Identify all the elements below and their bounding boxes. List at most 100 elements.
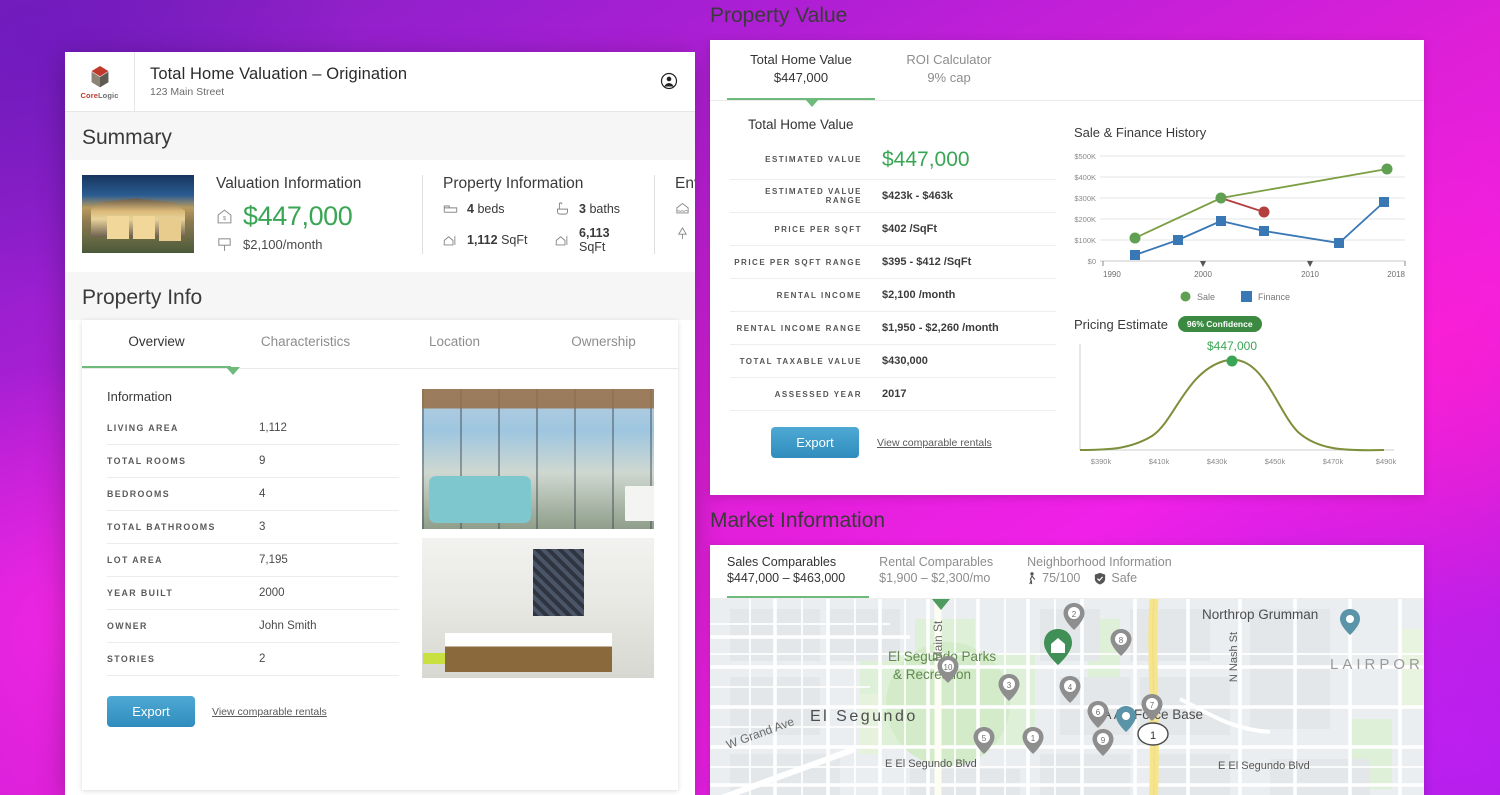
tab-roi-calculator[interactable]: ROI Calculator 9% cap [875, 52, 1023, 100]
active-tab-caret-icon [226, 367, 240, 375]
svg-text:8: 8 [1119, 636, 1124, 645]
table-row: Total Bathrooms 3 [107, 511, 399, 544]
baths-count: 3 [579, 201, 586, 216]
tab-characteristics[interactable]: Characteristics [231, 334, 380, 368]
active-value-tab-caret-icon [805, 99, 819, 107]
table-row: Stories 2 [107, 643, 399, 676]
valuation-rent: $2,100/month [243, 237, 323, 252]
row-value: 3 [259, 521, 266, 533]
property-photos [422, 389, 654, 678]
row-value: 7,195 [259, 554, 288, 566]
walk-score-value: 75/100 [1042, 571, 1081, 585]
svg-text:1: 1 [1150, 730, 1156, 742]
row-value: 2000 [259, 587, 285, 599]
svg-text:7: 7 [1150, 701, 1155, 710]
environment-information-block: Enviro Fl Ea [654, 175, 695, 254]
table-row: Assessed Year 2017 [730, 378, 1056, 411]
corelogic-logo: CoreLogic [65, 52, 135, 112]
tab-sublabel: $447,000 [773, 70, 829, 85]
beds-count: 4 [467, 201, 474, 216]
svg-text:3: 3 [1007, 681, 1012, 690]
row-value: 1,112 [259, 422, 287, 434]
tab-sublabel: $447,000 – $463,000 [727, 571, 846, 585]
row-key: Rental Income Range [736, 323, 862, 333]
confidence-badge: 96% Confidence [1177, 316, 1262, 332]
tab-neighborhood-information[interactable]: Neighborhood Information 75/100 Safe [1017, 555, 1196, 598]
map-label-e-el-segundo-blvd-1: E El Segundo Blvd [885, 758, 977, 770]
row-key: Total Rooms [107, 456, 187, 466]
row-key: Total Taxable Value [739, 356, 862, 366]
tab-label: Total Home Value [750, 52, 852, 67]
home-value-icon: $ [217, 209, 232, 224]
bath-icon [557, 202, 568, 215]
page-subtitle: 123 Main Street [150, 86, 225, 98]
view-comparable-rentals-link[interactable]: View comparable rentals [212, 706, 327, 718]
app-header: CoreLogic Total Home Valuation – Origina… [65, 52, 695, 112]
row-value: $402 /SqFt [882, 223, 938, 235]
property-photo-kitchen[interactable] [422, 538, 654, 678]
summary-body: Valuation Information $ $447,000 $2,100/… [65, 160, 695, 272]
svg-text:2010: 2010 [1301, 270, 1319, 279]
property-value-actions: Export View comparable rentals [730, 411, 1056, 458]
property-heading: Property Information [443, 175, 584, 192]
property-thumbnail [82, 175, 194, 253]
svg-text:$450k: $450k [1265, 457, 1286, 466]
row-value: 9 [259, 455, 266, 467]
valuation-details: Total Home Value Estimated Value $447,00… [730, 117, 1056, 477]
row-value: $423k - $463k [882, 190, 953, 202]
table-row: Living Area 1,112 [107, 412, 399, 445]
tree-icon [677, 227, 688, 240]
row-key: Owner [107, 621, 148, 631]
tab-sales-comparables[interactable]: Sales Comparables $447,000 – $463,000 [727, 555, 870, 598]
tab-ownership[interactable]: Ownership [529, 334, 678, 368]
row-key: Assessed Year [774, 389, 862, 399]
market-information-tabs: Sales Comparables $447,000 – $463,000 Re… [710, 545, 1424, 599]
view-comparable-rentals-link[interactable]: View comparable rentals [877, 437, 992, 449]
row-key: Rental Income [776, 290, 862, 300]
comparables-map[interactable]: Main St El Segundo Parks & Recreation El… [710, 599, 1424, 795]
svg-text:$490k: $490k [1376, 457, 1397, 466]
row-key: Estimated Value [765, 155, 862, 164]
tab-label: ROI Calculator [906, 52, 992, 67]
svg-text:2000: 2000 [1194, 270, 1212, 279]
svg-text:4: 4 [1068, 683, 1073, 692]
pricing-estimate-title: Pricing Estimate [1074, 316, 1168, 332]
pricing-estimate-chart: $447,000 $390k $410k $430k $450k $470k $… [1079, 339, 1397, 466]
living-area-icon [443, 235, 456, 245]
property-value-body: Total Home Value Estimated Value $447,00… [710, 101, 1424, 495]
row-key: Bedrooms [107, 489, 171, 499]
property-value-title: Property Value [710, 4, 848, 27]
tab-location[interactable]: Location [380, 334, 529, 368]
row-value: $2,100 /month [882, 289, 956, 301]
tab-total-home-value[interactable]: Total Home Value $447,000 [727, 52, 875, 100]
tab-rental-comparables[interactable]: Rental Comparables $1,900 – $2,300/mo [869, 555, 1017, 598]
lot-area-stat: 6,113 SqFt [555, 226, 634, 254]
map-canvas: Main St El Segundo Parks & Recreation El… [710, 599, 1424, 795]
page-title: Total Home Valuation – Origination [150, 65, 408, 83]
export-button[interactable]: Export [771, 427, 859, 458]
property-info-section-band: Property Info [65, 272, 695, 320]
market-information-title: Market Information [710, 509, 886, 532]
svg-text:$500K: $500K [1074, 152, 1096, 161]
row-value: John Smith [259, 620, 317, 632]
property-photo-living-room[interactable] [422, 389, 654, 529]
environment-heading: Enviro [675, 175, 695, 192]
svg-text:$200K: $200K [1074, 215, 1096, 224]
table-row: Price Per SqFt Range $395 - $412 /SqFt [730, 246, 1056, 279]
tab-overview[interactable]: Overview [82, 334, 231, 368]
export-button[interactable]: Export [107, 696, 195, 727]
table-row: Lot Area 7,195 [107, 544, 399, 577]
baths-unit: baths [589, 201, 621, 216]
svg-text:2: 2 [1072, 610, 1077, 619]
svg-text:$470k: $470k [1323, 457, 1344, 466]
svg-text:5: 5 [982, 734, 987, 743]
tab-label: Neighborhood Information [1027, 555, 1172, 569]
origination-panel: CoreLogic Total Home Valuation – Origina… [65, 52, 695, 795]
svg-text:$400K: $400K [1074, 173, 1096, 182]
lot-area-value: 6,113 [579, 226, 610, 240]
user-account-icon[interactable] [660, 72, 678, 90]
living-area-unit: SqFt [501, 233, 528, 247]
table-row: Total Taxable Value $430,000 [730, 345, 1056, 378]
svg-text:2018: 2018 [1387, 270, 1405, 279]
environment-flood-stat: Fl [675, 201, 695, 216]
